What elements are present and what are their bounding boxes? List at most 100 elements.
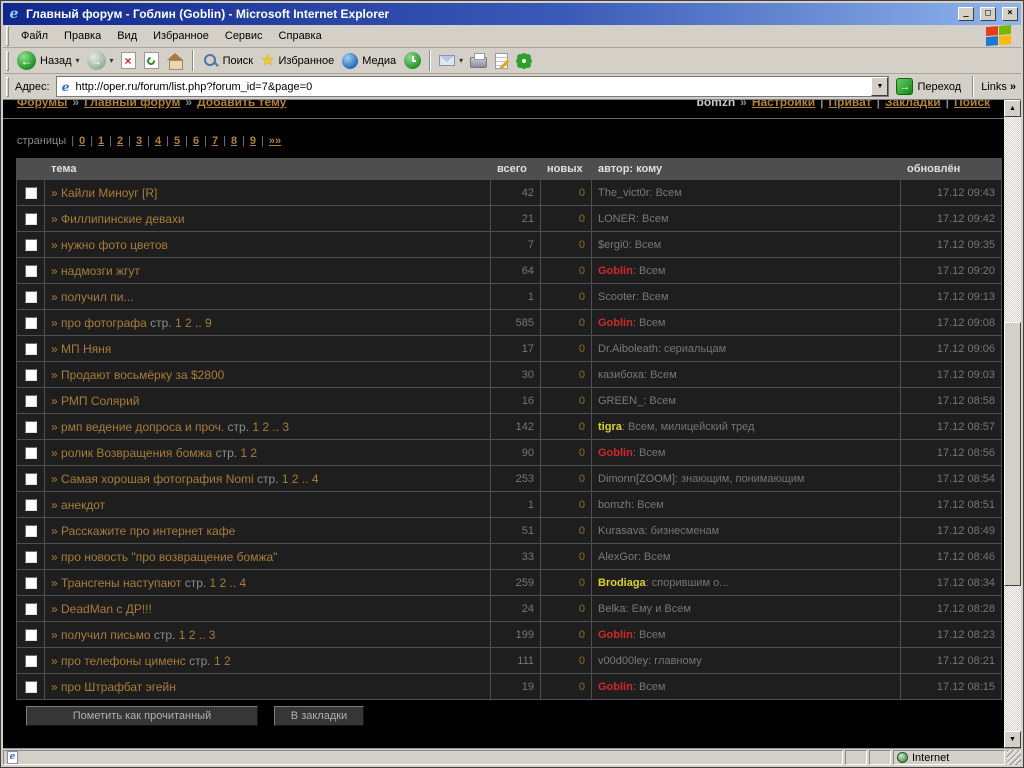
row-checkbox[interactable] xyxy=(25,213,37,225)
topic-link[interactable]: МП Няня xyxy=(61,342,111,356)
pagination-page-8[interactable]: 8 xyxy=(231,135,237,147)
pagination-page-6[interactable]: 6 xyxy=(193,135,199,147)
toolbar-grip[interactable] xyxy=(6,51,9,71)
resize-grip[interactable] xyxy=(1007,750,1021,765)
scroll-up-button[interactable]: ▲ xyxy=(1004,100,1021,117)
menu-grip[interactable] xyxy=(6,26,9,46)
go-button[interactable]: → Переход xyxy=(889,77,968,96)
menu-item-file[interactable]: Файл xyxy=(13,27,56,45)
history-button[interactable] xyxy=(400,50,425,71)
row-checkbox[interactable] xyxy=(25,239,37,251)
topic-link[interactable]: РМП Солярий xyxy=(61,394,139,408)
home-button[interactable] xyxy=(163,50,188,71)
row-checkbox[interactable] xyxy=(25,395,37,407)
row-checkbox[interactable] xyxy=(25,551,37,563)
mark-read-button[interactable]: Пометить как прочитанный xyxy=(26,706,258,726)
row-checkbox[interactable] xyxy=(25,421,37,433)
pagination-next[interactable]: »» xyxy=(269,135,281,147)
usernav-settings[interactable]: Настройки xyxy=(752,100,815,109)
row-checkbox[interactable] xyxy=(25,291,37,303)
topic-link[interactable]: Продают восьмёрку за $2800 xyxy=(61,368,224,382)
pagination-page-1[interactable]: 1 xyxy=(98,135,104,147)
menu-item-edit[interactable]: Правка xyxy=(56,27,109,45)
mail-button[interactable] xyxy=(435,53,459,68)
bookmark-button[interactable]: В закладки xyxy=(274,706,364,726)
row-checkbox[interactable] xyxy=(25,525,37,537)
usernav-private[interactable]: Приват xyxy=(829,100,872,109)
usernav-bookmarks[interactable]: Закладки xyxy=(885,100,941,109)
row-checkbox[interactable] xyxy=(25,187,37,199)
pagination-page-4[interactable]: 4 xyxy=(155,135,161,147)
vertical-scrollbar[interactable]: ▲ ▼ xyxy=(1004,100,1021,748)
row-checkbox[interactable] xyxy=(25,317,37,329)
topic-link[interactable]: DeadMan с ДР!!! xyxy=(61,602,152,616)
breadcrumb-link-add-topic[interactable]: Добавить тему xyxy=(197,100,286,109)
row-checkbox[interactable] xyxy=(25,265,37,277)
usernav-search[interactable]: Поиск xyxy=(954,100,990,109)
topic-link[interactable]: надмозги жгут xyxy=(61,264,140,278)
menu-item-favorites[interactable]: Избранное xyxy=(145,27,217,45)
row-checkbox[interactable] xyxy=(25,681,37,693)
topic-link[interactable]: анекдот xyxy=(61,498,105,512)
forward-dropdown[interactable]: ▾ xyxy=(110,56,117,65)
pagination-page-0[interactable]: 0 xyxy=(79,135,85,147)
row-checkbox[interactable] xyxy=(25,577,37,589)
topic-link[interactable]: про фотографа xyxy=(61,316,147,330)
topic-link[interactable]: получил пи... xyxy=(61,290,133,304)
pagination-page-2[interactable]: 2 xyxy=(117,135,123,147)
topic-pages-link[interactable]: 1 2 .. 3 xyxy=(179,628,216,642)
refresh-button[interactable] xyxy=(140,50,163,71)
breadcrumb-link-forums[interactable]: Форумы xyxy=(17,100,67,109)
links-bar[interactable]: Links » xyxy=(978,81,1019,93)
address-input[interactable]: e http://oper.ru/forum/list.php?forum_id… xyxy=(56,76,890,97)
edit-button[interactable] xyxy=(491,51,512,71)
forward-button[interactable]: → xyxy=(83,49,110,72)
pagination-page-5[interactable]: 5 xyxy=(174,135,180,147)
topic-link[interactable]: Трансгены наступают xyxy=(61,576,181,590)
breadcrumb-link-main-forum[interactable]: Главный форум xyxy=(84,100,180,109)
topic-link[interactable]: получил письмо xyxy=(61,628,151,642)
topic-pages-link[interactable]: 1 2 xyxy=(240,446,257,460)
menu-item-tools[interactable]: Сервис xyxy=(217,27,271,45)
row-checkbox[interactable] xyxy=(25,603,37,615)
row-checkbox[interactable] xyxy=(25,369,37,381)
topic-link[interactable]: Кайли Миноуг [R] xyxy=(61,186,157,200)
topic-pages-link[interactable]: 1 2 .. 4 xyxy=(210,576,247,590)
back-dropdown[interactable]: ▾ xyxy=(76,56,83,65)
address-url[interactable]: http://oper.ru/forum/list.php?forum_id=7… xyxy=(73,81,872,93)
stop-button[interactable]: × xyxy=(117,50,140,71)
address-grip[interactable] xyxy=(6,77,9,97)
topic-link[interactable]: про Штрафбат эгейн xyxy=(61,680,176,694)
close-button[interactable]: × xyxy=(1002,7,1018,21)
topic-link[interactable]: Самая хорошая фотография Nomi xyxy=(61,472,254,486)
scroll-thumb[interactable] xyxy=(1004,322,1021,586)
row-checkbox[interactable] xyxy=(25,655,37,667)
topic-link[interactable]: про новость "про возвращение бомжа" xyxy=(61,550,277,564)
menu-item-view[interactable]: Вид xyxy=(109,27,145,45)
row-checkbox[interactable] xyxy=(25,499,37,511)
row-checkbox[interactable] xyxy=(25,473,37,485)
scrollbar-track[interactable] xyxy=(1004,117,1021,731)
topic-pages-link[interactable]: 1 2 .. 3 xyxy=(252,420,289,434)
print-button[interactable] xyxy=(466,51,491,70)
row-checkbox[interactable] xyxy=(25,343,37,355)
topic-link[interactable]: Филлипинские девахи xyxy=(61,212,185,226)
mail-dropdown[interactable]: ▾ xyxy=(459,56,466,65)
topic-link[interactable]: про телефоны цименс xyxy=(61,654,186,668)
maximize-button[interactable]: □ xyxy=(980,7,996,21)
topic-link[interactable]: нужно фото цветов xyxy=(61,238,168,252)
topic-link[interactable]: рмп ведение допроса и проч. xyxy=(61,420,224,434)
topic-link[interactable]: Расскажите про интернет кафе xyxy=(61,524,235,538)
back-button[interactable]: ← Назад xyxy=(13,49,76,72)
media-button[interactable]: Медиа xyxy=(338,51,400,71)
menu-item-help[interactable]: Справка xyxy=(271,27,330,45)
topic-pages-link[interactable]: 1 2 .. 9 xyxy=(175,316,212,330)
pagination-page-7[interactable]: 7 xyxy=(212,135,218,147)
scroll-down-button[interactable]: ▼ xyxy=(1004,731,1021,748)
minimize-button[interactable]: _ xyxy=(958,7,974,21)
row-checkbox[interactable] xyxy=(25,447,37,459)
topic-pages-link[interactable]: 1 2 .. 4 xyxy=(282,472,319,486)
topic-link[interactable]: ролик Возвращения бомжа xyxy=(61,446,212,460)
favorites-button[interactable]: ★ Избранное xyxy=(257,51,338,70)
search-button[interactable]: Поиск xyxy=(198,50,257,71)
